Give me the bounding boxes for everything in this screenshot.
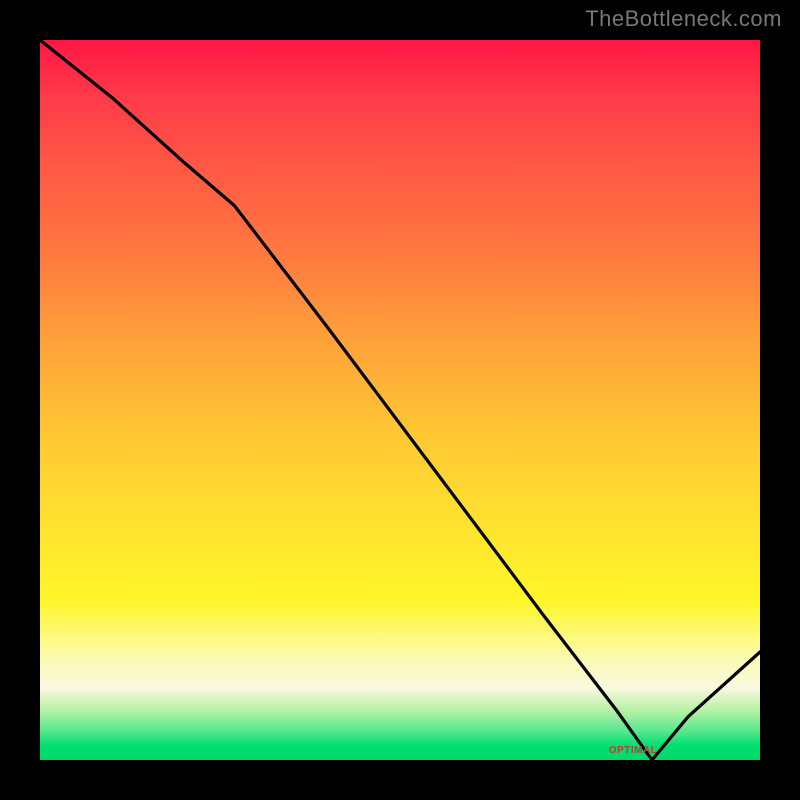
bottleneck-curve — [40, 40, 760, 760]
chart-stage: TheBottleneck.com OPTIMAL — [0, 0, 800, 800]
optimal-marker-label: OPTIMAL — [609, 745, 658, 756]
watermark-text: TheBottleneck.com — [585, 6, 782, 32]
plot-area: OPTIMAL — [40, 40, 760, 760]
